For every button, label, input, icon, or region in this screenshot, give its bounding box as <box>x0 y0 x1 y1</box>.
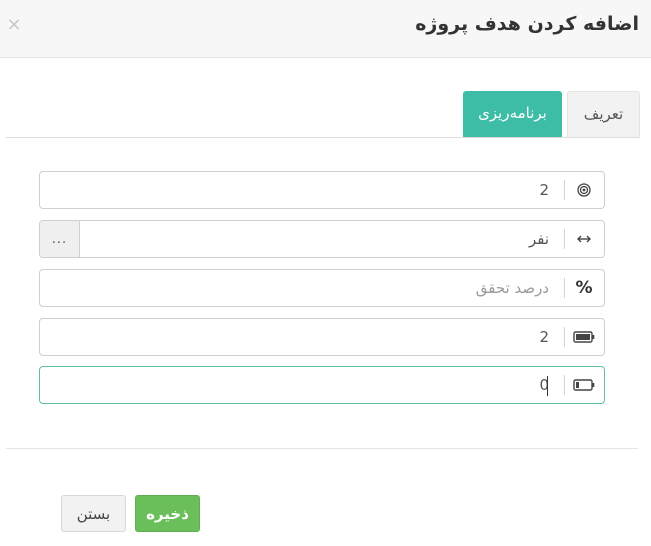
target-icon <box>564 172 604 208</box>
low-battery-field-group <box>39 366 605 404</box>
tab-bar: تعریف برنامه‌ریزی <box>6 91 640 138</box>
add-project-goal-modal: اضافه کردن هدف پروژه × تعریف برنامه‌ریزی… <box>0 0 651 546</box>
unit-input[interactable] <box>80 221 564 257</box>
close-button[interactable]: بستن <box>61 495 126 532</box>
achievement-percent-input[interactable] <box>40 270 564 306</box>
low-battery-input[interactable] <box>40 367 564 403</box>
tab-planning[interactable]: برنامه‌ریزی <box>463 91 562 137</box>
target-input[interactable] <box>40 172 564 208</box>
battery-full-icon <box>564 319 604 355</box>
full-battery-input[interactable] <box>40 319 564 355</box>
battery-low-icon <box>564 367 604 403</box>
tab-definition[interactable]: تعریف <box>567 91 640 137</box>
footer-divider <box>6 448 638 449</box>
horizontal-arrows-icon <box>564 221 604 257</box>
target-field-group <box>39 171 605 209</box>
text-cursor <box>547 376 548 396</box>
close-icon[interactable]: × <box>6 14 22 36</box>
modal-header: اضافه کردن هدف پروژه × <box>0 0 651 58</box>
unit-select-button[interactable]: ... <box>40 221 80 257</box>
full-battery-field-group <box>39 318 605 356</box>
modal-title: اضافه کردن هدف پروژه <box>415 13 639 35</box>
save-button[interactable]: ذخیره <box>135 495 200 532</box>
achievement-percent-field-group: % <box>39 269 605 307</box>
percent-icon: % <box>564 270 604 306</box>
unit-field-group: ... <box>39 220 605 258</box>
